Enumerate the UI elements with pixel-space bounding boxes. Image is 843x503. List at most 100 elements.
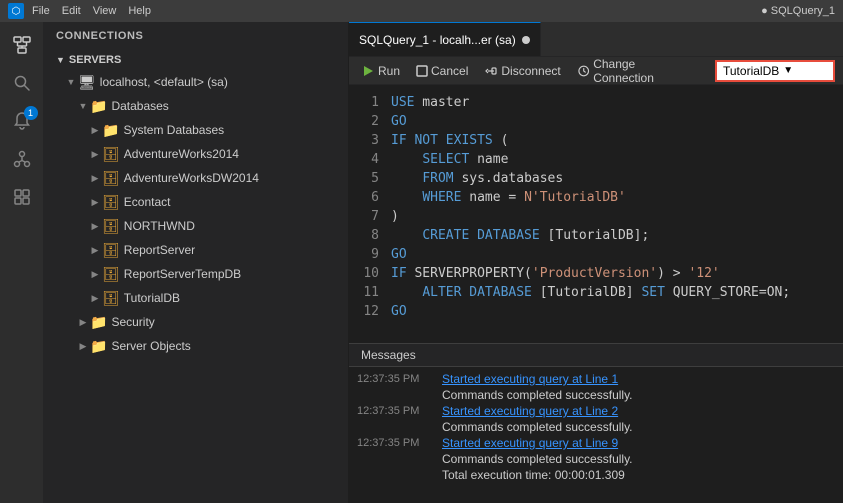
server-objects-arrow: ▶ bbox=[76, 341, 90, 352]
code-line-11: ALTER DATABASE [TutorialDB] SET QUERY_ST… bbox=[391, 283, 843, 302]
message-link-5[interactable]: Started executing query at Line 9 bbox=[442, 436, 618, 450]
code-line-12: GO bbox=[391, 302, 843, 321]
activity-git[interactable] bbox=[2, 140, 42, 178]
db-selector-arrow: ▼ bbox=[783, 65, 793, 76]
server-objects-icon: 📁 bbox=[90, 338, 107, 355]
message-text-4: Commands completed successfully. bbox=[442, 420, 633, 434]
reportserver-label: ReportServer bbox=[124, 243, 195, 257]
activity-notifications[interactable]: 1 bbox=[2, 102, 42, 140]
message-time-3: 12:37:35 PM bbox=[357, 404, 442, 417]
northwnd-label: NORTHWND bbox=[124, 219, 195, 233]
code-editor[interactable]: 12345 678910 1112 USE master GO IF NOT E… bbox=[349, 85, 843, 343]
message-text-7: Total execution time: 00:00:01.309 bbox=[442, 468, 625, 482]
aw2014-db-icon: 🗄 bbox=[102, 146, 120, 163]
message-text-6: Commands completed successfully. bbox=[442, 452, 633, 466]
message-link-3[interactable]: Started executing query at Line 2 bbox=[442, 404, 618, 418]
server-icon: 🖥 bbox=[78, 74, 96, 91]
tutorialdb-label: TutorialDB bbox=[124, 291, 180, 305]
code-content[interactable]: USE master GO IF NOT EXISTS ( SELECT nam… bbox=[387, 85, 843, 343]
message-row-1: 12:37:35 PM Started executing query at L… bbox=[349, 371, 843, 387]
menu-help[interactable]: Help bbox=[128, 5, 151, 17]
awdw2014-arrow: ▶ bbox=[88, 173, 102, 184]
aw2014-label: AdventureWorks2014 bbox=[124, 147, 239, 161]
tree-item-reportservertempdb[interactable]: ▶ 🗄 ReportServerTempDB bbox=[44, 262, 348, 286]
awdw2014-db-icon: 🗄 bbox=[102, 170, 120, 187]
tree-item-econtact[interactable]: ▶ 🗄 Econtact bbox=[44, 190, 348, 214]
security-label: Security bbox=[111, 315, 154, 329]
activity-bar: 1 bbox=[0, 22, 44, 503]
menu-edit[interactable]: Edit bbox=[62, 5, 81, 17]
code-line-10: IF SERVERPROPERTY('ProductVersion') > '1… bbox=[391, 264, 843, 283]
tree-item-localhost[interactable]: ▼ 🖥 localhost, <default> (sa) bbox=[44, 70, 348, 94]
tutorialdb-arrow: ▶ bbox=[88, 293, 102, 304]
servers-section[interactable]: ▼ SERVERS bbox=[44, 50, 348, 70]
reportserver-db-icon: 🗄 bbox=[102, 242, 120, 259]
message-row-3: 12:37:35 PM Started executing query at L… bbox=[349, 403, 843, 419]
message-time-5: 12:37:35 PM bbox=[357, 436, 442, 449]
disconnect-label: Disconnect bbox=[501, 64, 560, 78]
databases-folder-icon: 📁 bbox=[90, 98, 107, 115]
tree-item-system-databases[interactable]: ▶ 📁 System Databases bbox=[44, 118, 348, 142]
message-time-7 bbox=[357, 468, 442, 469]
cancel-label: Cancel bbox=[431, 64, 468, 78]
messages-panel: Messages 12:37:35 PM Started executing q… bbox=[349, 343, 843, 503]
db-selector[interactable]: TutorialDB ▼ bbox=[715, 60, 835, 82]
run-button[interactable]: Run bbox=[357, 62, 404, 80]
messages-content: 12:37:35 PM Started executing query at L… bbox=[349, 367, 843, 503]
tab-label: SQLQuery_1 - localh...er (sa) bbox=[359, 33, 516, 47]
reportservertempdb-db-icon: 🗄 bbox=[102, 266, 120, 283]
databases-label: Databases bbox=[111, 99, 168, 113]
security-icon: 📁 bbox=[90, 314, 107, 331]
message-link-1[interactable]: Started executing query at Line 1 bbox=[442, 372, 618, 386]
tree-item-adventureworksdw2014[interactable]: ▶ 🗄 AdventureWorksDW2014 bbox=[44, 166, 348, 190]
menu-bar[interactable]: File Edit View Help bbox=[32, 5, 151, 17]
tutorialdb-db-icon: 🗄 bbox=[102, 290, 120, 307]
localhost-arrow: ▼ bbox=[64, 77, 78, 87]
disconnect-button[interactable]: Disconnect bbox=[480, 62, 564, 80]
editor-area: SQLQuery_1 - localh...er (sa) Run Cancel… bbox=[349, 22, 843, 503]
activity-extensions[interactable] bbox=[2, 178, 42, 216]
message-row-4: Commands completed successfully. bbox=[349, 419, 843, 435]
menu-file[interactable]: File bbox=[32, 5, 50, 17]
econtact-db-icon: 🗄 bbox=[102, 194, 120, 211]
notification-badge: 1 bbox=[24, 106, 38, 120]
system-db-arrow: ▶ bbox=[88, 125, 102, 136]
toolbar: Run Cancel Disconnect Change Connection … bbox=[349, 57, 843, 85]
message-time-1: 12:37:35 PM bbox=[357, 372, 442, 385]
reportservertempdb-label: ReportServerTempDB bbox=[124, 267, 241, 281]
message-time-4 bbox=[357, 420, 442, 421]
cancel-button[interactable]: Cancel bbox=[412, 62, 472, 80]
code-line-9: GO bbox=[391, 245, 843, 264]
system-db-icon: 📁 bbox=[102, 122, 119, 139]
tree-item-databases[interactable]: ▼ 📁 Databases bbox=[44, 94, 348, 118]
code-line-1: USE master bbox=[391, 93, 843, 112]
northwnd-db-icon: 🗄 bbox=[102, 218, 120, 235]
awdw2014-label: AdventureWorksDW2014 bbox=[124, 171, 259, 185]
activity-connections[interactable] bbox=[2, 26, 42, 64]
change-connection-button[interactable]: Change Connection bbox=[573, 55, 699, 87]
tree-item-tutorialdb[interactable]: ▶ 🗄 TutorialDB bbox=[44, 286, 348, 310]
servers-label: SERVERS bbox=[69, 54, 121, 66]
tab-modified-dot bbox=[522, 36, 530, 44]
tree-item-northwnd[interactable]: ▶ 🗄 NORTHWND bbox=[44, 214, 348, 238]
menu-view[interactable]: View bbox=[93, 5, 117, 17]
activity-search[interactable] bbox=[2, 64, 42, 102]
localhost-label: localhost, <default> (sa) bbox=[100, 75, 228, 89]
sidebar-title: CONNECTIONS bbox=[44, 22, 348, 50]
tree-item-security[interactable]: ▶ 📁 Security bbox=[44, 310, 348, 334]
message-time-6 bbox=[357, 452, 442, 453]
tree-item-server-objects[interactable]: ▶ 📁 Server Objects bbox=[44, 334, 348, 358]
code-line-3: IF NOT EXISTS ( bbox=[391, 131, 843, 150]
tab-sqlquery1[interactable]: SQLQuery_1 - localh...er (sa) bbox=[349, 22, 541, 56]
app-logo: ⬡ bbox=[8, 3, 24, 19]
tree-item-adventureworks2014[interactable]: ▶ 🗄 AdventureWorks2014 bbox=[44, 142, 348, 166]
code-line-4: SELECT name bbox=[391, 150, 843, 169]
servers-arrow: ▼ bbox=[56, 55, 65, 65]
message-time-2 bbox=[357, 388, 442, 389]
change-connection-label: Change Connection bbox=[593, 57, 695, 85]
databases-arrow: ▼ bbox=[76, 101, 90, 111]
message-text-2: Commands completed successfully. bbox=[442, 388, 633, 402]
code-line-5: FROM sys.databases bbox=[391, 169, 843, 188]
tree-item-reportserver[interactable]: ▶ 🗄 ReportServer bbox=[44, 238, 348, 262]
message-row-6: Commands completed successfully. bbox=[349, 451, 843, 467]
